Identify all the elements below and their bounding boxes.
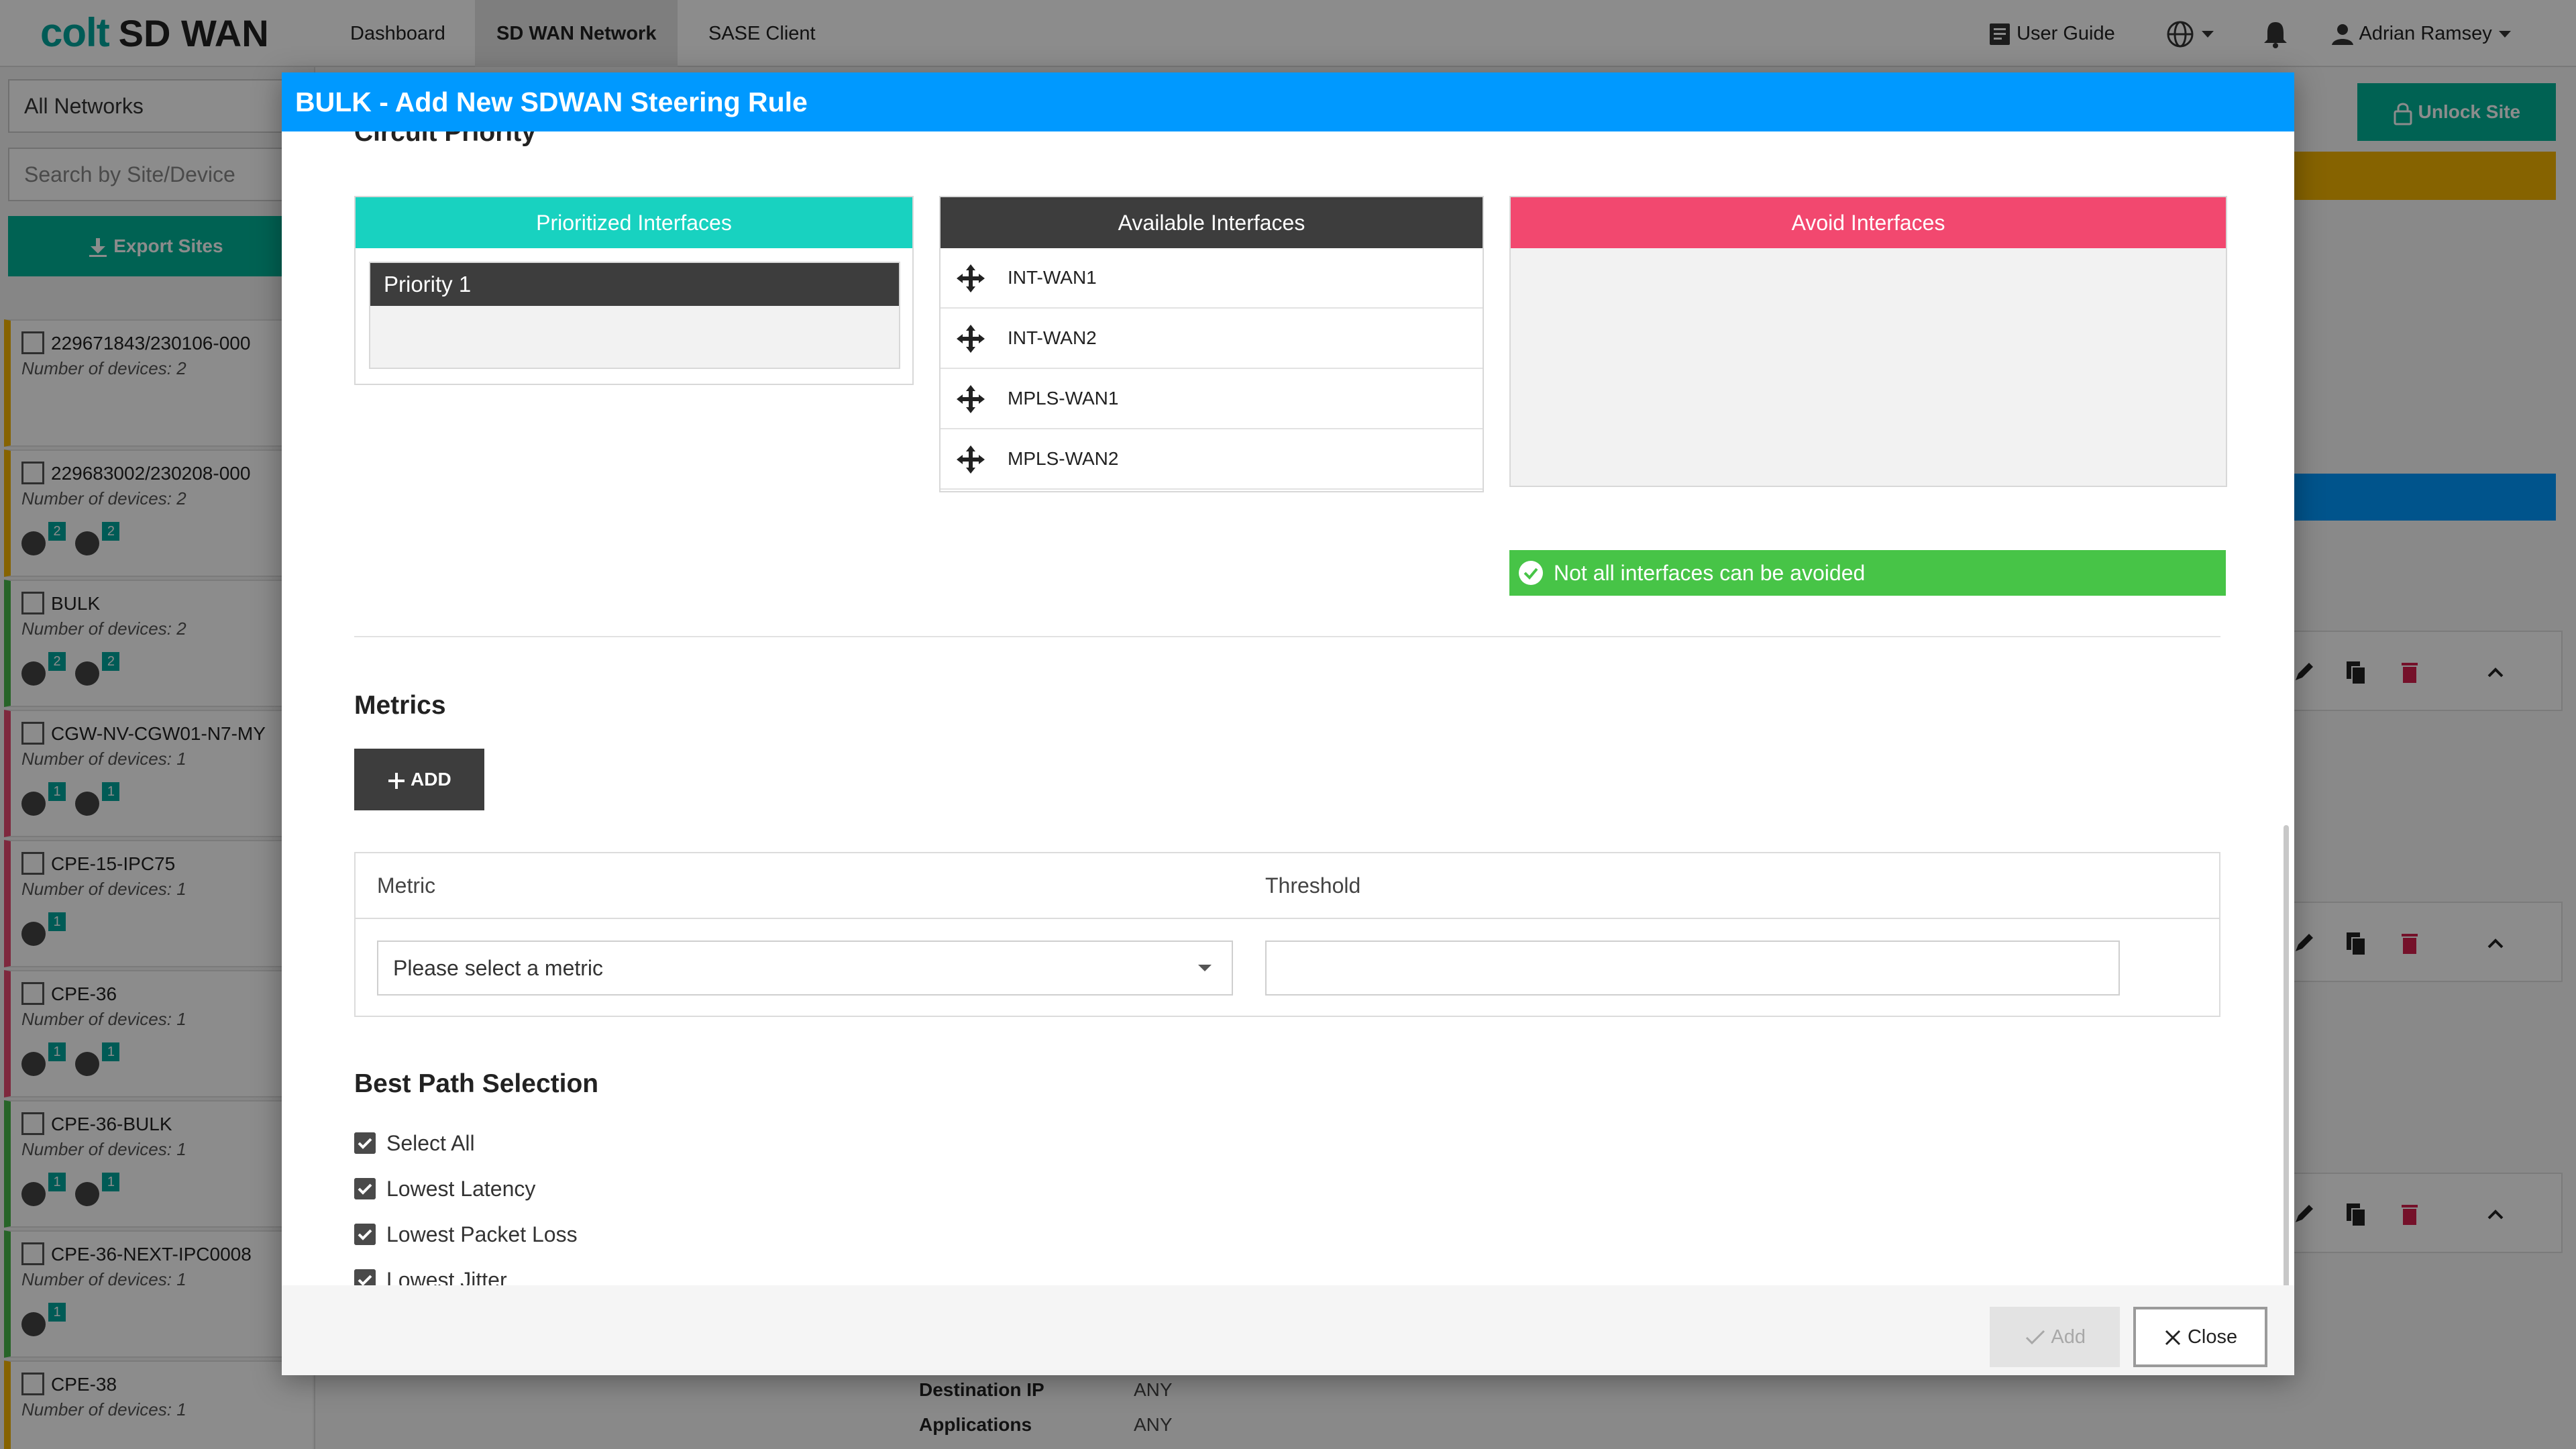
checkbox-label: Lowest Packet Loss (386, 1222, 578, 1246)
interface-name: INT-WAN1 (1008, 267, 1097, 288)
available-interfaces-header: Available Interfaces (941, 197, 1483, 248)
circuit-priority-title: Circuit Priority (354, 131, 536, 147)
interface-name: MPLS-WAN1 (1008, 388, 1119, 409)
avoid-interfaces-panel: Avoid Interfaces (1509, 196, 2227, 487)
avoid-interfaces-header: Avoid Interfaces (1511, 197, 2226, 248)
caret-down-icon (1198, 965, 1212, 971)
metric-select[interactable]: Please select a metric (377, 941, 1233, 996)
move-icon (957, 385, 985, 413)
check-circle-icon (1519, 561, 1543, 585)
interface-item[interactable]: MPLS-WAN1 (941, 369, 1483, 429)
add-rule-button[interactable]: Add (1990, 1307, 2120, 1367)
prioritized-interfaces-header: Prioritized Interfaces (356, 197, 912, 248)
check-icon (2025, 1330, 2045, 1345)
plus-icon (388, 772, 405, 789)
modal-footer: Add Close (282, 1285, 2294, 1375)
metric-select-value: Please select a metric (393, 956, 604, 980)
threshold-column-header: Threshold (1265, 873, 1361, 898)
checkbox-label: Lowest Latency (386, 1177, 536, 1201)
move-icon (957, 264, 985, 292)
priority-1-dropzone[interactable]: Priority 1 (369, 262, 900, 369)
priority-1-label: Priority 1 (370, 263, 899, 306)
add-metric-label: ADD (411, 769, 451, 790)
interface-item[interactable]: INT-WAN1 (941, 248, 1483, 309)
add-steering-rule-modal: BULK - Add New SDWAN Steering Rule Circu… (282, 72, 2294, 1375)
best-path-selection-title: Best Path Selection (354, 1069, 599, 1098)
interface-item[interactable]: MPLS-WAN2 (941, 429, 1483, 490)
move-icon (957, 445, 985, 474)
interface-name: MPLS-WAN2 (1008, 448, 1119, 469)
close-icon (2165, 1330, 2180, 1346)
modal-body: Circuit Priority Prioritized Interfaces … (282, 131, 2294, 1285)
add-rule-label: Add (2051, 1326, 2086, 1348)
metric-column-header: Metric (377, 873, 436, 898)
checkbox-checked-icon (354, 1224, 376, 1245)
interface-item[interactable]: INT-WAN2 (941, 309, 1483, 369)
threshold-input[interactable] (1265, 941, 2120, 996)
close-button[interactable]: Close (2133, 1307, 2267, 1367)
modal-scrollbar[interactable] (2284, 825, 2289, 1285)
checkbox-label: Lowest Jitter (386, 1268, 507, 1285)
avoid-status-message: Not all interfaces can be avoided (1509, 550, 2226, 596)
add-metric-button[interactable]: ADD (354, 749, 484, 810)
modal-title: BULK - Add New SDWAN Steering Rule (282, 72, 2294, 131)
metrics-table: Metric Threshold Please select a metric (354, 852, 2220, 1017)
checkbox-label: Select All (386, 1131, 475, 1155)
checkbox-checked-icon (354, 1132, 376, 1154)
checkbox-checked-icon (354, 1269, 376, 1285)
move-icon (957, 325, 985, 353)
prioritized-interfaces-panel: Prioritized Interfaces Priority 1 (354, 196, 914, 385)
avoid-status-text: Not all interfaces can be avoided (1554, 561, 1866, 585)
interface-name: INT-WAN2 (1008, 327, 1097, 348)
avoid-interfaces-dropzone[interactable] (1511, 248, 2226, 486)
available-interfaces-panel: Available Interfaces INT-WAN1 INT-WAN2 M… (939, 196, 1484, 492)
checkbox-checked-icon (354, 1178, 376, 1199)
metrics-title: Metrics (354, 691, 446, 720)
metrics-table-header: Metric Threshold (356, 853, 2219, 919)
close-label: Close (2187, 1326, 2238, 1348)
section-divider (354, 636, 2220, 637)
